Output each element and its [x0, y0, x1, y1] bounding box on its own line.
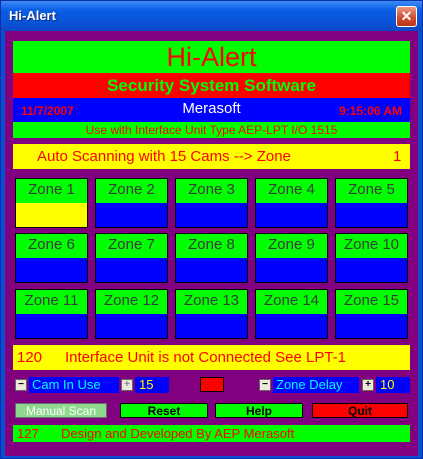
- info-bar: 11/7/2007 Merasoft 9:15:06 AM: [13, 98, 410, 122]
- help-button[interactable]: Help: [215, 403, 303, 418]
- zone-4-tile[interactable]: Zone 4: [255, 178, 328, 228]
- cam-in-use-label: Cam In Use: [29, 377, 119, 393]
- zone-label: Zone 5: [336, 179, 407, 203]
- scan-status-text: Auto Scanning with 15 Cams --> Zone: [37, 148, 291, 165]
- zone-15-tile[interactable]: Zone 15: [335, 289, 408, 339]
- app-name-banner: Hi-Alert: [13, 41, 410, 73]
- quit-button[interactable]: Quit: [312, 403, 408, 418]
- zone-delay-label: Zone Delay: [273, 377, 359, 393]
- zone-11-tile[interactable]: Zone 11: [15, 289, 88, 339]
- connection-status-bar: 120 Interface Unit is not Connected See …: [13, 345, 410, 370]
- zone-label: Zone 7: [96, 234, 167, 258]
- scan-current-zone: 1: [393, 148, 402, 165]
- alarm-indicator: [200, 377, 224, 392]
- footer-code: 127: [17, 426, 39, 441]
- close-icon: ✕: [400, 8, 413, 24]
- zone-label: Zone 4: [256, 179, 327, 203]
- zone-label: Zone 8: [176, 234, 247, 258]
- zone-10-tile[interactable]: Zone 10: [335, 233, 408, 283]
- zone-2-tile[interactable]: Zone 2: [95, 178, 168, 228]
- zone-7-tile[interactable]: Zone 7: [95, 233, 168, 283]
- footer-bar: 127 Design and Developed By AEP Merasoft: [13, 425, 410, 442]
- zone-9-tile[interactable]: Zone 9: [255, 233, 328, 283]
- zone-3-tile[interactable]: Zone 3: [175, 178, 248, 228]
- cam-in-use-value: 15: [135, 377, 169, 393]
- time-display: 9:15:06 AM: [339, 104, 402, 118]
- manual-scan-button[interactable]: Manual Scan: [15, 403, 107, 418]
- zone-label: Zone 12: [96, 290, 167, 314]
- zone-label: Zone 3: [176, 179, 247, 203]
- zone-label: Zone 15: [336, 290, 407, 314]
- subtitle-banner: Security System Software: [13, 73, 410, 98]
- reset-button[interactable]: Reset: [120, 403, 208, 418]
- zone-label: Zone 10: [336, 234, 407, 258]
- status-message: Interface Unit is not Connected See LPT-…: [65, 349, 346, 366]
- cam-decrement-button[interactable]: −: [15, 379, 27, 391]
- zone-14-tile[interactable]: Zone 14: [255, 289, 328, 339]
- zone-5-tile[interactable]: Zone 5: [335, 178, 408, 228]
- app-window: Hi-Alert ✕ Hi-Alert Security System Soft…: [0, 0, 423, 459]
- status-code: 120: [17, 349, 43, 366]
- window-title: Hi-Alert: [9, 8, 56, 23]
- zone-label: Zone 2: [96, 179, 167, 203]
- zone-12-tile[interactable]: Zone 12: [95, 289, 168, 339]
- zone-8-tile[interactable]: Zone 8: [175, 233, 248, 283]
- zone-label: Zone 14: [256, 290, 327, 314]
- scan-status-bar: Auto Scanning with 15 Cams --> Zone 1: [13, 144, 410, 169]
- zone-1-tile[interactable]: Zone 1: [15, 178, 88, 228]
- interface-note: Use with Interface Unit Type AEP-LPT I/O…: [13, 122, 410, 138]
- zone-6-tile[interactable]: Zone 6: [15, 233, 88, 283]
- title-bar[interactable]: Hi-Alert ✕: [1, 1, 422, 31]
- zone-13-tile[interactable]: Zone 13: [175, 289, 248, 339]
- delay-increment-button[interactable]: +: [362, 379, 374, 391]
- close-button[interactable]: ✕: [396, 6, 417, 27]
- footer-credit: Design and Developed By AEP Merasoft: [61, 426, 295, 441]
- zone-label: Zone 1: [16, 179, 87, 203]
- zone-label: Zone 11: [16, 290, 87, 314]
- zone-label: Zone 13: [176, 290, 247, 314]
- zone-label: Zone 6: [16, 234, 87, 258]
- zone-label: Zone 9: [256, 234, 327, 258]
- main-panel: Hi-Alert Security System Software 11/7/2…: [5, 31, 418, 456]
- cam-increment-button[interactable]: +: [121, 379, 133, 391]
- delay-decrement-button[interactable]: −: [259, 379, 271, 391]
- zone-delay-value: 10: [376, 377, 410, 393]
